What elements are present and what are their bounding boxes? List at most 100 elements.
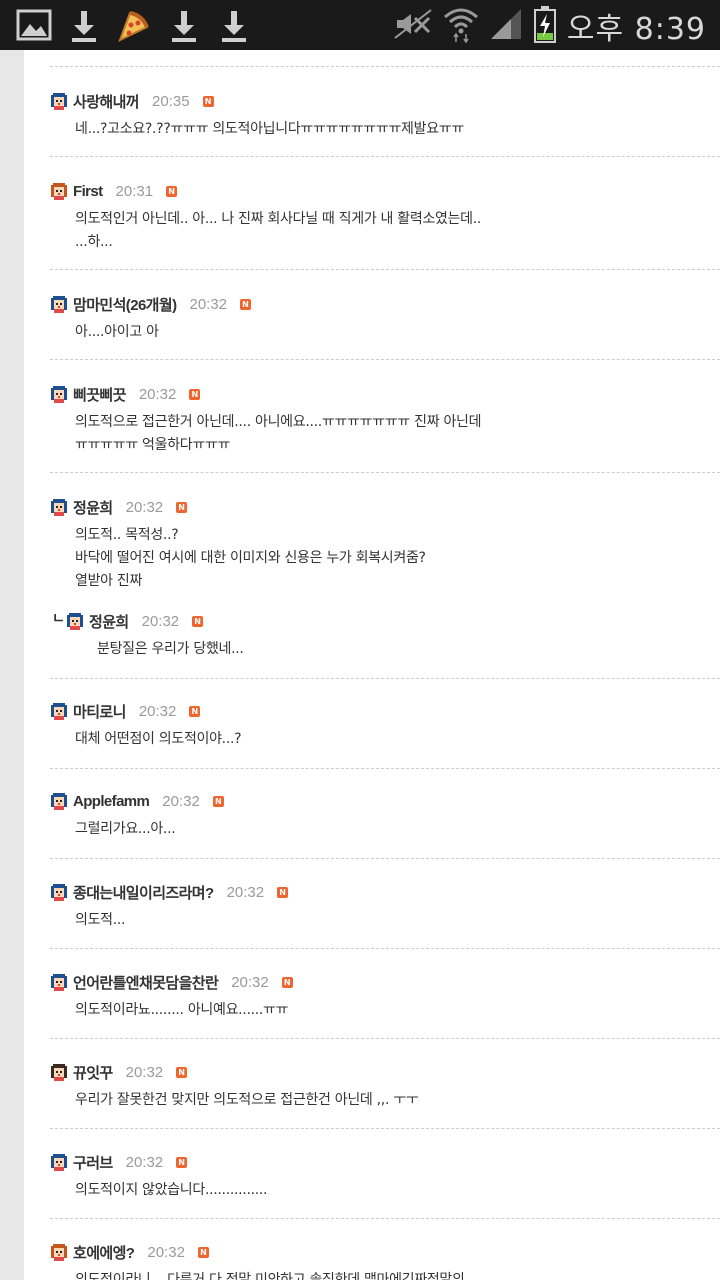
new-badge-icon: N <box>189 388 201 400</box>
divider <box>50 269 720 270</box>
comment-header: Applefamm 20:32 N <box>50 790 224 812</box>
divider <box>50 858 720 859</box>
comment-time: 20:32 <box>141 612 180 630</box>
reply-marker: ㄴ <box>52 611 65 627</box>
comment-time: 20:32 <box>162 792 200 810</box>
comment-time: 20:32 <box>125 498 164 516</box>
user-avatar-icon <box>51 93 67 110</box>
download-icon <box>66 6 102 44</box>
comment-header: 종대는내일이리즈라며? 20:32 N <box>50 881 289 903</box>
comment-body: 의도적... <box>75 912 126 928</box>
signal-icon <box>489 7 523 45</box>
user-avatar-icon <box>51 1154 67 1171</box>
comment-nickname[interactable]: 삐끗삐끗 <box>73 384 126 405</box>
new-badge-icon: N <box>212 795 224 807</box>
comment-nickname[interactable]: 호에에엥? <box>73 1242 135 1263</box>
comment-header: 맘마민석(26개월) 20:32 N <box>50 293 252 315</box>
comment-time: 20:31 <box>115 182 154 200</box>
divider <box>50 948 720 949</box>
comment-nickname[interactable]: 사랑해내꺼 <box>73 91 140 112</box>
comment-body: 아....아이고 아 <box>75 324 159 340</box>
gallery-icon <box>16 6 52 44</box>
comment-nickname[interactable]: 정윤희 <box>73 497 113 518</box>
new-badge-icon: N <box>277 886 289 898</box>
comment-nickname[interactable]: 뀨잇꾸 <box>73 1062 113 1083</box>
comment-nickname[interactable]: 구러브 <box>73 1152 113 1173</box>
comment-time: 20:32 <box>226 883 265 901</box>
comment-time: 20:32 <box>138 385 177 403</box>
comment-header: 뀨잇꾸 20:32 N <box>50 1061 188 1083</box>
comment-time: 20:32 <box>189 295 228 313</box>
wifi-icon <box>443 5 479 47</box>
user-avatar-icon <box>67 613 83 630</box>
comment-header: 삐끗삐끗 20:32 N <box>50 383 201 405</box>
user-avatar-icon <box>51 703 67 720</box>
comment-list[interactable]: 사랑해내꺼 20:35 N 네...?고소요?.??ㅠㅠㅠ 의도적아닙니다ㅠㅠㅠㅠㅠㅠ… <box>24 50 720 1280</box>
user-avatar-icon <box>51 1064 67 1081</box>
comment-nickname[interactable]: 맘마민석(26개월) <box>73 294 177 315</box>
comment-time: 20:32 <box>125 1153 164 1171</box>
comment-header: First 20:31 N <box>50 180 178 202</box>
comment-time: 20:32 <box>138 702 177 720</box>
comment-time: 20:32 <box>147 1243 185 1261</box>
user-avatar-icon <box>51 499 67 516</box>
new-badge-icon: N <box>189 705 201 717</box>
divider <box>50 156 720 157</box>
divider <box>50 1218 720 1219</box>
user-avatar-icon <box>51 974 67 991</box>
new-badge-icon: N <box>166 185 178 197</box>
pizza-icon <box>116 6 152 44</box>
new-badge-icon: N <box>202 95 214 107</box>
comment-nickname[interactable]: First <box>73 183 103 200</box>
comment-nickname[interactable]: Applefamm <box>73 793 150 810</box>
new-badge-icon: N <box>176 1066 188 1078</box>
download-icon <box>216 6 252 44</box>
divider <box>50 472 720 473</box>
comment-header: 언어란틀엔채못담을찬란 20:32 N <box>50 971 293 993</box>
comment-time: 20:35 <box>152 92 190 110</box>
left-gutter <box>0 50 24 1280</box>
user-avatar-icon <box>51 183 67 200</box>
comment-body: 의도적.. 목적성..? 바닥에 떨어진 여시에 대한 이미지와 신용은 누가 … <box>75 527 426 589</box>
comment-body: 분탕질은 우리가 당했네... <box>97 641 244 657</box>
divider <box>50 678 720 679</box>
user-avatar-icon <box>51 296 67 313</box>
comment-nickname[interactable]: 종대는내일이리즈라며? <box>73 882 214 903</box>
divider <box>50 768 720 769</box>
comment-body: 의도적으로 접근한거 아닌데.... 아니에요....ㅠㅠㅠㅠㅠㅠㅠ 진짜 아닌… <box>75 414 482 453</box>
new-badge-icon: N <box>176 1156 188 1168</box>
comment-header: 정윤희 20:32 N <box>50 496 188 518</box>
comment-body: 의도적이라뇨........ 아니예요......ㅠㅠ <box>75 1002 289 1018</box>
notification-icons <box>16 6 252 44</box>
user-avatar-icon <box>51 793 67 810</box>
comment-nickname[interactable]: 언어란틀엔채못담을찬란 <box>73 972 219 993</box>
comment-header: 호에에엥? 20:32 N <box>50 1241 209 1263</box>
divider <box>50 1038 720 1039</box>
download-icon <box>166 6 202 44</box>
comment-time: 20:32 <box>231 973 269 991</box>
divider <box>50 66 720 67</box>
battery-charging-icon <box>533 5 557 47</box>
status-bar: 오후 8:39 <box>0 0 720 50</box>
comment-body: 의도적인거 아닌데.. 아... 나 진짜 회사다닐 때 직게가 내 활력소였는… <box>75 211 482 250</box>
comment-nickname[interactable]: 정윤희 <box>89 611 129 632</box>
new-badge-icon: N <box>240 298 252 310</box>
system-icons: 오후 8:39 <box>393 4 706 48</box>
user-avatar-icon <box>51 884 67 901</box>
comment-nickname[interactable]: 마티로니 <box>73 701 126 722</box>
user-avatar-icon <box>51 386 67 403</box>
new-badge-icon: N <box>192 615 204 627</box>
comment-body: 우리가 잘못한건 맞지만 의도적으로 접근한건 아닌데 ,,. ㅜㅜ <box>75 1092 419 1108</box>
comment-body: 의도적이지 않았습니다............... <box>75 1182 268 1198</box>
new-badge-icon: N <box>281 976 293 988</box>
comment-header: 구러브 20:32 N <box>50 1151 188 1173</box>
mute-icon <box>393 6 433 46</box>
clock: 오후 8:39 <box>566 12 706 47</box>
divider <box>50 359 720 360</box>
new-badge-icon: N <box>176 501 188 513</box>
comment-body: 의도적이라니... 다른거 다 정말 미안하고 솔직한데 맴마에긴짜정말의 <box>75 1272 465 1280</box>
comment-body: 네...?고소요?.??ㅠㅠㅠ 의도적아닙니다ㅠㅠㅠㅠㅠㅠㅠㅠ제발요ㅠㅠ <box>75 121 464 137</box>
divider <box>50 1128 720 1129</box>
user-avatar-icon <box>51 1244 67 1261</box>
comment-header: 정윤희 20:32 N <box>66 610 204 632</box>
